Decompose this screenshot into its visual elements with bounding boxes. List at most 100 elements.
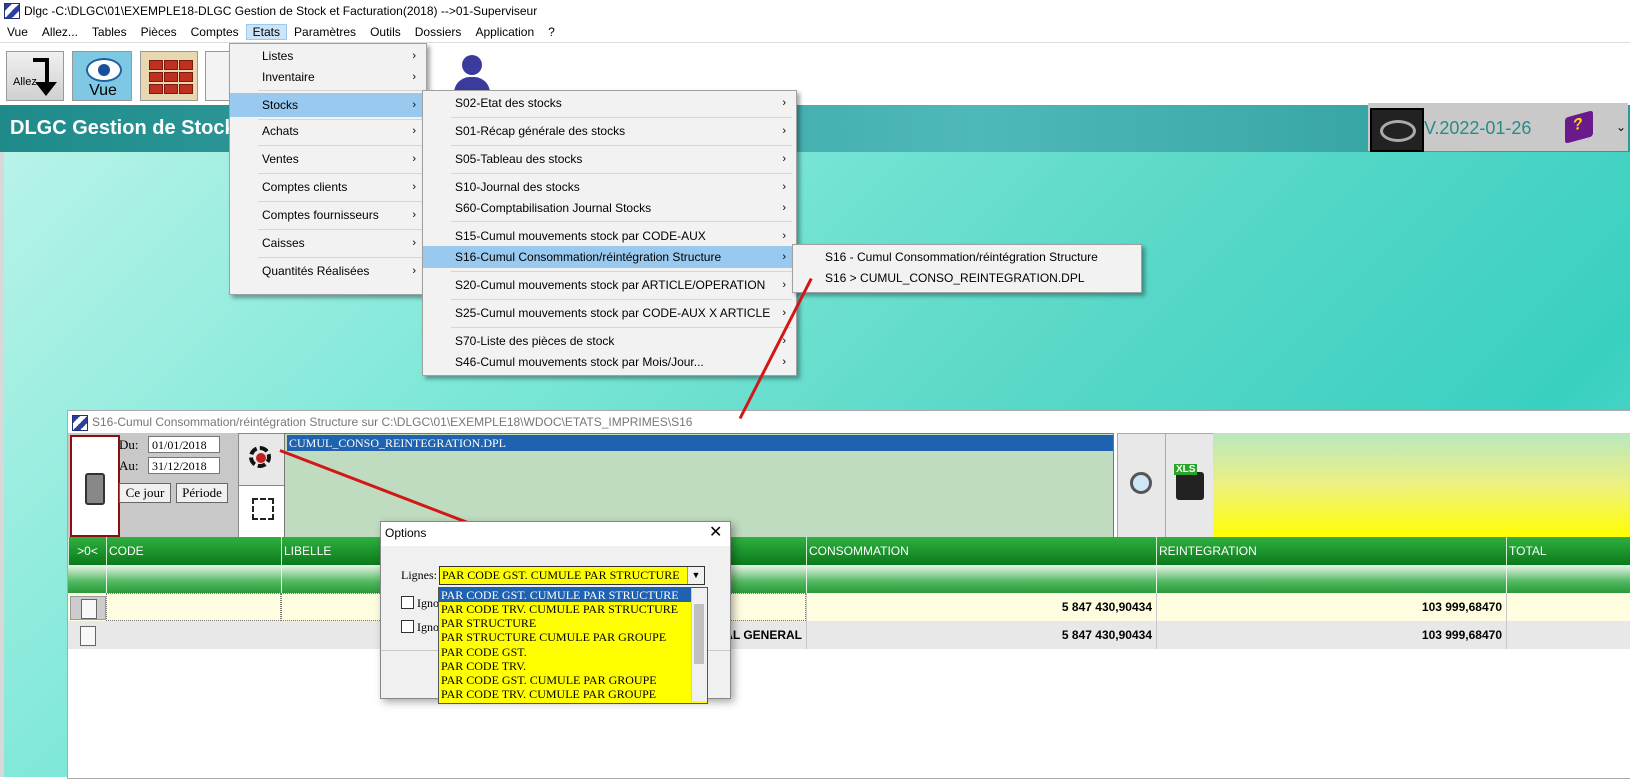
- ce-jour-button[interactable]: Ce jour: [119, 483, 171, 503]
- lignes-option[interactable]: PAR CODE GST.: [439, 645, 691, 659]
- menu-outils[interactable]: Outils: [363, 24, 408, 40]
- etats-item-stocks[interactable]: Stocks ›: [230, 93, 426, 117]
- etats-item-inventaire[interactable]: Inventaire ›: [230, 66, 426, 88]
- col-reintegration[interactable]: REINTEGRATION: [1156, 537, 1506, 565]
- lignes-option[interactable]: PAR STRUCTURE CUMULE PAR GROUPE: [439, 630, 691, 644]
- lignes-option[interactable]: PAR CODE TRV. CUMULE PAR STRUCTURE: [439, 602, 691, 616]
- etats-item-achats[interactable]: Achats ›: [230, 120, 426, 142]
- menu-separator: [258, 90, 422, 91]
- magnifier-icon: [1130, 472, 1152, 494]
- menu-allez[interactable]: Allez...: [35, 24, 85, 40]
- cell-reintegration: 103 999,68470: [1156, 621, 1506, 649]
- stocks-item-s25[interactable]: S25-Cumul mouvements stock par CODE-AUX …: [423, 302, 796, 324]
- person-button[interactable]: [205, 51, 231, 101]
- au-date-field[interactable]: 31/12/2018: [148, 457, 220, 474]
- stocks-submenu: S02-Etat des stocks › S01-Récap générale …: [422, 90, 797, 376]
- chevron-down-icon[interactable]: ⌄: [1616, 120, 1626, 134]
- cell-code[interactable]: [106, 593, 281, 621]
- compass-arrows-icon[interactable]: [70, 435, 120, 537]
- etats-item-comptes-fournisseurs[interactable]: Comptes fournisseurs ›: [230, 204, 426, 226]
- col-selector[interactable]: >0<: [68, 537, 106, 565]
- dropdown-scrollbar[interactable]: [691, 588, 707, 701]
- menu-application[interactable]: Application: [468, 24, 541, 40]
- preview-button[interactable]: [1117, 433, 1167, 539]
- options-gear-button[interactable]: [238, 433, 286, 487]
- ignore-checkbox-2[interactable]: [401, 620, 414, 633]
- lignes-option[interactable]: PAR CODE TRV. CUMULE PAR GROUPE: [439, 687, 691, 701]
- printer-icon: [1176, 472, 1204, 500]
- dropdown-arrow-icon[interactable]: ▼: [687, 567, 704, 584]
- stocks-item-s70[interactable]: S70-Liste des pièces de stock ›: [423, 330, 796, 352]
- stocks-item-s05[interactable]: S05-Tableau des stocks ›: [423, 148, 796, 170]
- vue-button[interactable]: Vue: [72, 51, 132, 101]
- menu-comptes[interactable]: Comptes: [184, 24, 246, 40]
- stocks-item-s10[interactable]: S10-Journal des stocks ›: [423, 176, 796, 198]
- grid-cell-icon: [179, 60, 193, 70]
- chevron-right-icon: ›: [412, 50, 416, 62]
- lignes-option[interactable]: PAR CODE TRV.: [439, 659, 691, 673]
- chevron-right-icon: ›: [782, 307, 786, 319]
- group-divider: [806, 565, 807, 593]
- menu-item-label: S46-Cumul mouvements stock par Mois/Jour…: [455, 355, 704, 369]
- menu-separator: [451, 221, 792, 222]
- etats-item-comptes-clients[interactable]: Comptes clients ›: [230, 176, 426, 198]
- menu-separator: [258, 173, 422, 174]
- etats-item-caisses[interactable]: Caisses ›: [230, 232, 426, 254]
- menu-etats[interactable]: Etats: [245, 24, 288, 40]
- stocks-item-s20[interactable]: S20-Cumul mouvements stock par ARTICLE/O…: [423, 274, 796, 296]
- cell-reintegration: 103 999,68470: [1156, 593, 1506, 621]
- etats-item-quantites-realisees[interactable]: Quantités Réalisées ›: [230, 260, 426, 282]
- report-list-item[interactable]: CUMUL_CONSO_REINTEGRATION.DPL: [287, 435, 1113, 451]
- chevron-right-icon: ›: [782, 97, 786, 109]
- group-divider: [1506, 565, 1507, 593]
- menu-dossiers[interactable]: Dossiers: [408, 24, 469, 40]
- select-area-button[interactable]: [238, 485, 286, 539]
- stocks-item-s46[interactable]: S46-Cumul mouvements stock par Mois/Jour…: [423, 351, 796, 373]
- menu-item-label: S16-Cumul Consommation/réintégration Str…: [455, 250, 722, 264]
- stocks-item-s01[interactable]: S01-Récap générale des stocks ›: [423, 120, 796, 142]
- row-selector[interactable]: [70, 624, 104, 646]
- allez-button[interactable]: Allez...: [6, 51, 64, 101]
- close-icon[interactable]: ✕: [709, 522, 722, 542]
- periode-button[interactable]: Période: [176, 483, 228, 503]
- menu-tables[interactable]: Tables: [85, 24, 134, 40]
- scrollbar-thumb[interactable]: [694, 604, 704, 664]
- menu-pieces[interactable]: Pièces: [134, 24, 184, 40]
- menu-item-label: Listes: [262, 49, 294, 63]
- lignes-combobox[interactable]: PAR CODE GST. CUMULE PAR STRUCTURE ▼: [439, 566, 705, 585]
- menu-item-label: S10-Journal des stocks: [455, 180, 580, 194]
- calendar-icon[interactable]: [1370, 108, 1424, 152]
- lignes-option[interactable]: PAR STRUCTURE: [439, 616, 691, 630]
- row-selector[interactable]: [70, 596, 106, 620]
- menu-parametres[interactable]: Paramètres: [287, 24, 363, 40]
- etats-item-ventes[interactable]: Ventes ›: [230, 148, 426, 170]
- chevron-right-icon: ›: [782, 125, 786, 137]
- xls-print-button[interactable]: XLS: [1165, 433, 1215, 539]
- menu-separator: [451, 117, 792, 118]
- table-total-row[interactable]: AL GENERAL 5 847 430,90434 103 999,68470: [68, 621, 1630, 649]
- chevron-right-icon: ›: [782, 202, 786, 214]
- stocks-item-s60[interactable]: S60-Comptabilisation Journal Stocks ›: [423, 197, 796, 219]
- menu-vue[interactable]: Vue: [0, 24, 35, 40]
- au-label: Au:: [119, 458, 139, 473]
- stocks-item-s02[interactable]: S02-Etat des stocks ›: [423, 92, 796, 114]
- lignes-option[interactable]: PAR CODE GST. CUMULE PAR GROUPE: [439, 673, 691, 687]
- stocks-item-s15[interactable]: S15-Cumul mouvements stock par CODE-AUX ›: [423, 225, 796, 247]
- lignes-option[interactable]: PAR CODE GST. CUMULE PAR STRUCTURE: [439, 588, 691, 602]
- grid-button[interactable]: [140, 51, 198, 101]
- s16-window-titlebar: S16-Cumul Consommation/réintégration Str…: [68, 411, 1630, 433]
- col-code[interactable]: CODE: [106, 537, 281, 565]
- menu-help[interactable]: ?: [541, 24, 562, 40]
- stocks-item-s16[interactable]: S16-Cumul Consommation/réintégration Str…: [423, 246, 796, 268]
- etats-item-listes[interactable]: Listes ›: [230, 45, 426, 67]
- lignes-dropdown-list[interactable]: PAR CODE GST. CUMULE PAR STRUCTURE PAR C…: [438, 587, 708, 704]
- s16-item-dpl[interactable]: S16 > CUMUL_CONSO_REINTEGRATION.DPL: [793, 267, 1141, 289]
- s16-item-report[interactable]: S16 - Cumul Consommation/réintégration S…: [793, 246, 1141, 268]
- ignore-checkbox-1[interactable]: [401, 596, 414, 609]
- app-icon: [4, 3, 20, 19]
- du-date-field[interactable]: 01/01/2018: [148, 436, 220, 453]
- col-total[interactable]: TOTAL: [1506, 537, 1630, 565]
- col-consommation[interactable]: CONSOMMATION: [806, 537, 1156, 565]
- chevron-right-icon: ›: [412, 265, 416, 277]
- table-row[interactable]: 5 847 430,90434 103 999,68470: [68, 593, 1630, 621]
